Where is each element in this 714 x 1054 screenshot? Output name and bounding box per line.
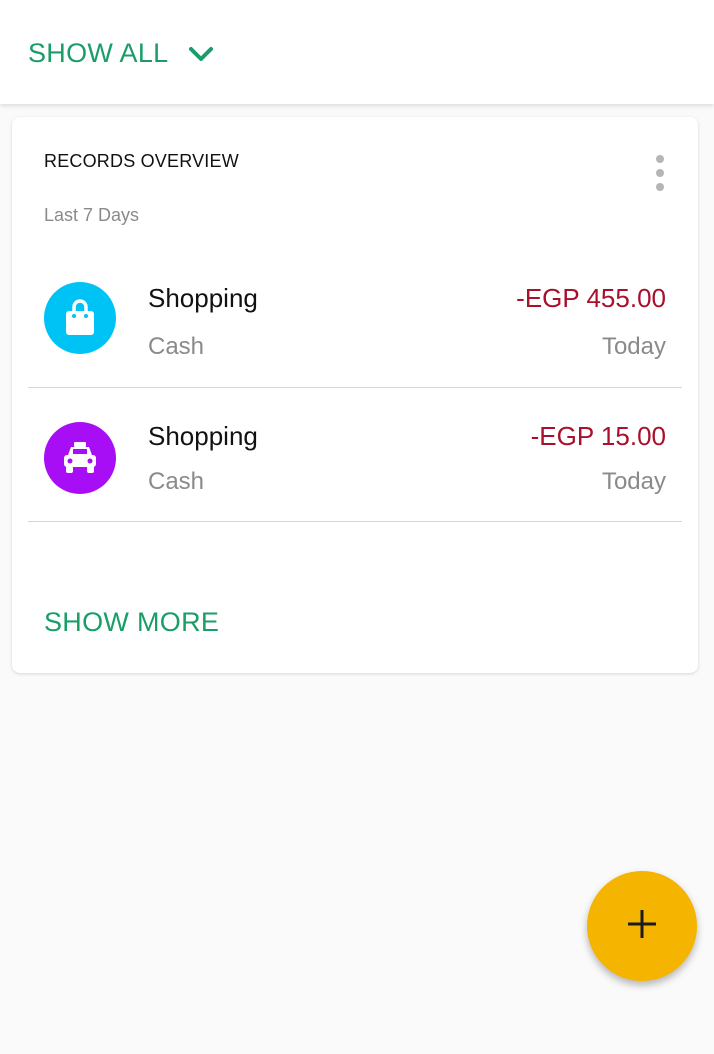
record-account: Cash xyxy=(148,468,205,495)
record-amount: -EGP 15.00 xyxy=(530,421,666,451)
plus-icon xyxy=(626,908,658,945)
show-more-button[interactable]: SHOW MORE xyxy=(44,607,219,638)
divider xyxy=(28,521,682,522)
record-amount: -EGP 455.00 xyxy=(516,283,666,313)
card-title: RECORDS OVERVIEW xyxy=(44,151,239,171)
top-bar: SHOW ALL xyxy=(0,0,714,104)
record-date: Today xyxy=(601,333,666,360)
taxi-icon xyxy=(44,422,116,494)
card-subtitle: Last 7 Days xyxy=(44,205,140,225)
record-account: Cash xyxy=(148,333,205,360)
show-all-label: SHOW ALL xyxy=(28,38,169,68)
add-record-button[interactable] xyxy=(587,871,697,981)
record-row[interactable]: Shopping Cash -EGP 15.00 Today xyxy=(28,388,682,522)
more-vert-icon[interactable] xyxy=(650,155,670,191)
record-row[interactable]: Shopping Cash -EGP 455.00 Today xyxy=(28,257,682,388)
record-category: Shopping xyxy=(148,283,258,313)
record-date: Today xyxy=(601,468,666,495)
chevron-down-icon xyxy=(188,45,214,63)
records-overview-card: RECORDS OVERVIEW Last 7 Days Shopping Ca… xyxy=(12,117,698,673)
record-category: Shopping xyxy=(148,421,258,451)
show-all-button[interactable]: SHOW ALL xyxy=(28,38,214,69)
shopping-bag-icon xyxy=(44,282,116,354)
